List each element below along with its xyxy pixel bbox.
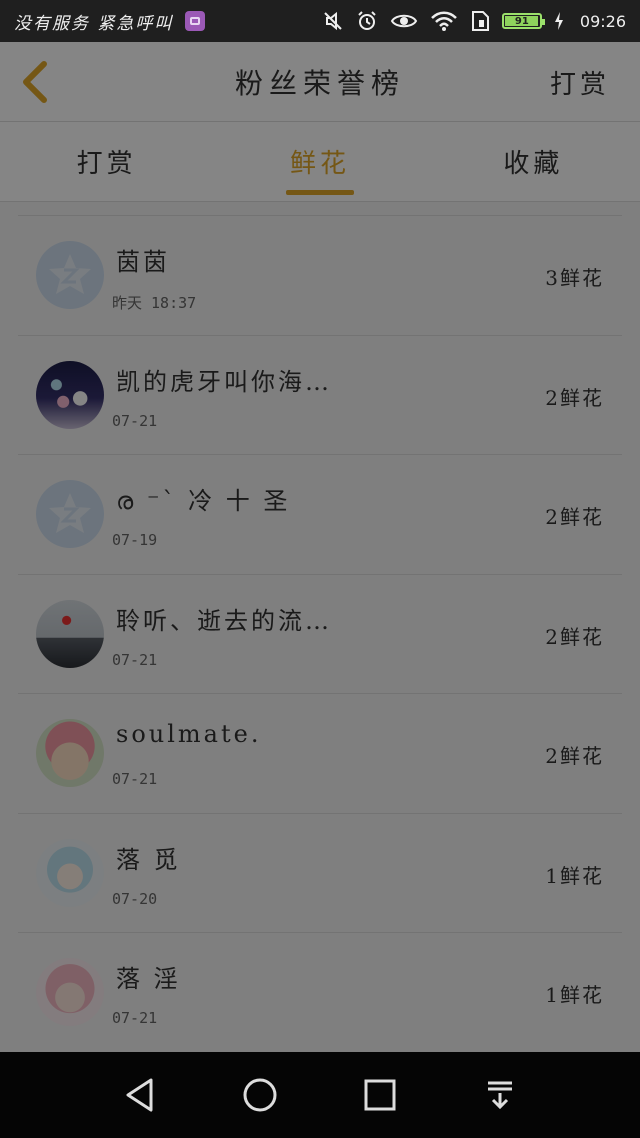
list-item[interactable]: 凯的虎牙叫你海… 07-21 2鲜花	[18, 334, 622, 455]
avatar	[36, 360, 104, 429]
tab-favorites[interactable]: 收藏	[427, 122, 640, 201]
fan-name: soulmate.	[116, 720, 262, 748]
mute-icon	[324, 11, 342, 31]
alarm-icon	[358, 11, 376, 30]
wifi-icon	[431, 11, 457, 31]
flower-count: 2鲜花	[545, 385, 604, 410]
avatar	[36, 599, 104, 668]
recents-square-icon	[364, 1079, 396, 1111]
list-item[interactable]: 落 觅 07-20 1鲜花	[18, 812, 622, 933]
fan-date: 07-20	[112, 889, 158, 908]
fan-name: ര ⁻` 冷 十 圣	[116, 487, 291, 515]
carrier-text: 没有服务 紧急呼叫	[14, 13, 174, 34]
flower-count: 2鲜花	[545, 744, 604, 768]
nav-notification-button[interactable]	[470, 1065, 530, 1125]
avatar	[36, 719, 104, 787]
screen: 没有服务 紧急呼叫 91 09:26 粉丝荣誉榜 打赏 打赏 鲜花 收藏 茵茵 …	[0, 0, 640, 1138]
charging-icon	[554, 12, 563, 30]
gallery-icon	[185, 11, 206, 31]
flower-count: 1鲜花	[545, 863, 604, 888]
list-item[interactable]: ര ⁻` 冷 十 圣 07-19 2鲜花	[18, 454, 622, 574]
avatar	[36, 480, 104, 548]
tab-reward[interactable]: 打赏	[0, 122, 213, 201]
battery-icon: 91	[501, 13, 545, 29]
status-bar: 没有服务 紧急呼叫 91 09:26	[0, 0, 640, 42]
list-item[interactable]: 茵茵 昨天 18:37 3鲜花	[18, 215, 622, 335]
fan-name: 凯的虎牙叫你海…	[116, 367, 332, 396]
battery-level: 91	[514, 15, 529, 27]
nav-home-button[interactable]	[230, 1065, 290, 1125]
eye-icon	[390, 14, 418, 28]
flower-count: 2鲜花	[545, 505, 604, 529]
fan-name: 聆听、逝去的流…	[116, 606, 332, 635]
fan-date: 07-21	[112, 770, 158, 788]
notification-pull-icon	[488, 1081, 512, 1110]
flower-count: 2鲜花	[545, 624, 604, 649]
fan-date: 07-19	[112, 531, 158, 549]
fan-date: 昨天 18:37	[112, 294, 197, 312]
avatar	[36, 241, 104, 309]
clock: 09:26	[579, 11, 626, 31]
home-circle-icon	[243, 1078, 277, 1112]
fan-date: 07-21	[112, 411, 158, 430]
flower-count: 1鲜花	[545, 983, 604, 1007]
tab-bar: 打赏 鲜花 收藏	[0, 122, 640, 202]
system-nav-bar	[0, 1052, 640, 1138]
fan-name: 落 淫	[116, 965, 181, 993]
reward-button[interactable]: 打赏	[550, 42, 610, 122]
nav-back-button[interactable]	[110, 1065, 170, 1125]
sim-icon	[471, 11, 489, 31]
top-bar: 粉丝荣誉榜 打赏	[0, 42, 640, 122]
avatar	[36, 958, 104, 1026]
fan-list: 茵茵 昨天 18:37 3鲜花 凯的虎牙叫你海… 07-21 2鲜花 ര ⁻` …	[0, 215, 640, 1052]
tab-flowers[interactable]: 鲜花	[213, 122, 426, 201]
default-avatar-icon	[49, 254, 91, 294]
list-item[interactable]: 落 淫 07-21 1鲜花	[18, 932, 622, 1052]
fan-date: 07-21	[112, 650, 158, 669]
flower-count: 3鲜花	[545, 266, 604, 290]
fan-name: 茵茵	[116, 248, 170, 276]
avatar	[36, 838, 104, 907]
default-avatar-icon	[49, 493, 91, 533]
fan-name: 落 觅	[116, 845, 181, 874]
list-item[interactable]: soulmate. 07-21 2鲜花	[18, 693, 622, 813]
nav-recents-button[interactable]	[350, 1065, 410, 1125]
status-icons: 91 09:26	[322, 10, 626, 32]
list-item[interactable]: 聆听、逝去的流… 07-21 2鲜花	[18, 573, 622, 694]
page-title: 粉丝荣誉榜	[234, 67, 405, 100]
back-triangle-icon	[126, 1078, 153, 1112]
fan-date: 07-21	[112, 1009, 158, 1027]
